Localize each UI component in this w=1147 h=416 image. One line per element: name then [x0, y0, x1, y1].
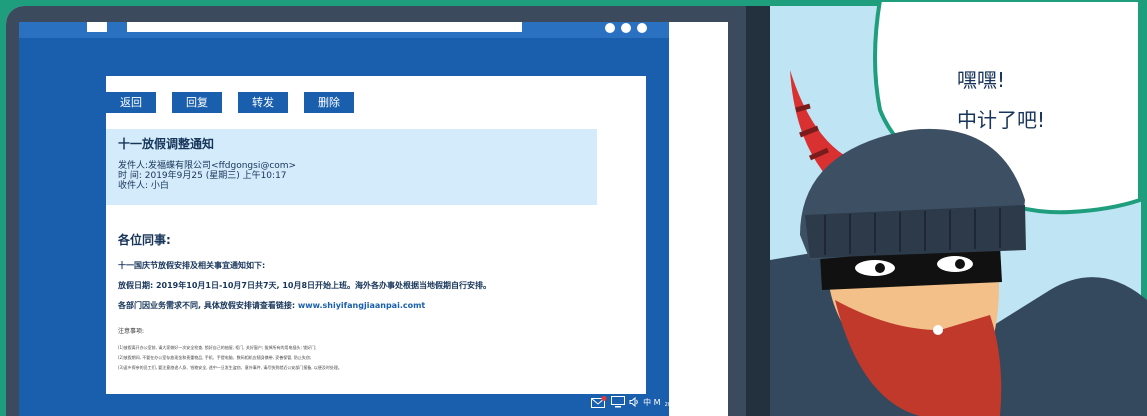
- clock-date: 2019/09/25 星期三: [664, 402, 710, 408]
- email-body: 十一国庆节放假安排及相关事宜通知如下: 放假日期: 2019年10月1日-10月…: [118, 256, 491, 316]
- window-titlebar: [19, 22, 728, 38]
- email-subject: 十一放假调整通知: [118, 137, 215, 151]
- note-item: (2)放假期间, 不要在办公室存放现金和贵重物品, 手机、手提电脑、数码相机应随…: [118, 355, 312, 360]
- email-greeting: 各位同事:: [118, 233, 171, 247]
- speech-line-2: 中计了吧!: [957, 108, 1046, 132]
- speech-line-1: 嘿嘿!: [957, 68, 1006, 92]
- note-item: (3)返乡探亲的员工们, 要注意旅途人身、钱物安全, 途中一旦发生盗窃、意外事件…: [118, 365, 342, 370]
- forward-button[interactable]: 转发: [238, 92, 288, 113]
- email-toolbar: 返回 回复 转发 删除: [106, 92, 370, 113]
- email-recipient: 收件人: 小白: [118, 181, 169, 191]
- window-dot-icon[interactable]: [605, 23, 615, 33]
- speech-text: 嘿嘿! 中计了吧!: [957, 60, 1045, 140]
- email-time: 时 间: 2019年9月25 (星期三) 上午10:17: [118, 171, 287, 181]
- delete-button[interactable]: 删除: [304, 92, 354, 113]
- reply-button[interactable]: 回复: [172, 92, 222, 113]
- window-controls: [605, 23, 647, 33]
- mail-notification-icon[interactable]: [591, 396, 607, 408]
- system-tray: 中 M 10:17:00 2019/09/25 星期三: [591, 396, 710, 408]
- address-bar[interactable]: [127, 22, 522, 32]
- phishing-link[interactable]: www.shiyifangjiaanpai.comt: [298, 301, 425, 310]
- notes-list: (1)放假离开办公室前, 请大家做好一次安全检查, 锁好自己的抽屉, 柜门, 关…: [118, 343, 342, 373]
- body-line-3: 各部门因业务需求不同, 具体放假安排请查看链接: www.shiyifangji…: [118, 296, 491, 316]
- email-panel: 返回 回复 转发 删除 十一放假调整通知 发件人:发福蝶有限公司<ffdgong…: [106, 76, 646, 394]
- email-sender: 发件人:发福蝶有限公司<ffdgongsi@com>: [118, 161, 297, 171]
- body-line-3-text: 各部门因业务需求不同, 具体放假安排请查看链接:: [118, 301, 298, 310]
- email-meta: 发件人:发福蝶有限公司<ffdgongsi@com> 时 间: 2019年9月2…: [118, 161, 296, 191]
- body-line-1: 十一国庆节放假安排及相关事宜通知如下:: [118, 261, 266, 270]
- email-header: 十一放假调整通知 发件人:发福蝶有限公司<ffdgongsi@com> 时 间:…: [106, 129, 597, 205]
- clock[interactable]: 10:17:00 2019/09/25 星期三: [665, 396, 710, 408]
- monitor-icon[interactable]: [611, 396, 626, 408]
- notes-title: 注意事项:: [118, 328, 145, 335]
- back-button[interactable]: 返回: [106, 92, 156, 113]
- window-dot-icon[interactable]: [637, 23, 647, 33]
- titlebar-tab[interactable]: [87, 22, 107, 32]
- speaker-icon[interactable]: [629, 397, 639, 407]
- screen: 返回 回复 转发 删除 十一放假调整通知 发件人:发福蝶有限公司<ffdgong…: [19, 22, 728, 416]
- taskbar: 中 M 10:17:00 2019/09/25 星期三: [19, 394, 728, 416]
- ime-indicator[interactable]: 中 M: [643, 397, 660, 408]
- body-line-2: 放假日期: 2019年10月1日-10月7日共7天, 10月8日开始上班。海外各…: [118, 281, 492, 290]
- side-panel: [669, 22, 728, 416]
- monitor-edge: [746, 6, 770, 416]
- window-dot-icon[interactable]: [621, 23, 631, 33]
- note-item: (1)放假离开办公室前, 请大家做好一次安全检查, 锁好自己的抽屉, 柜门, 关…: [118, 345, 317, 350]
